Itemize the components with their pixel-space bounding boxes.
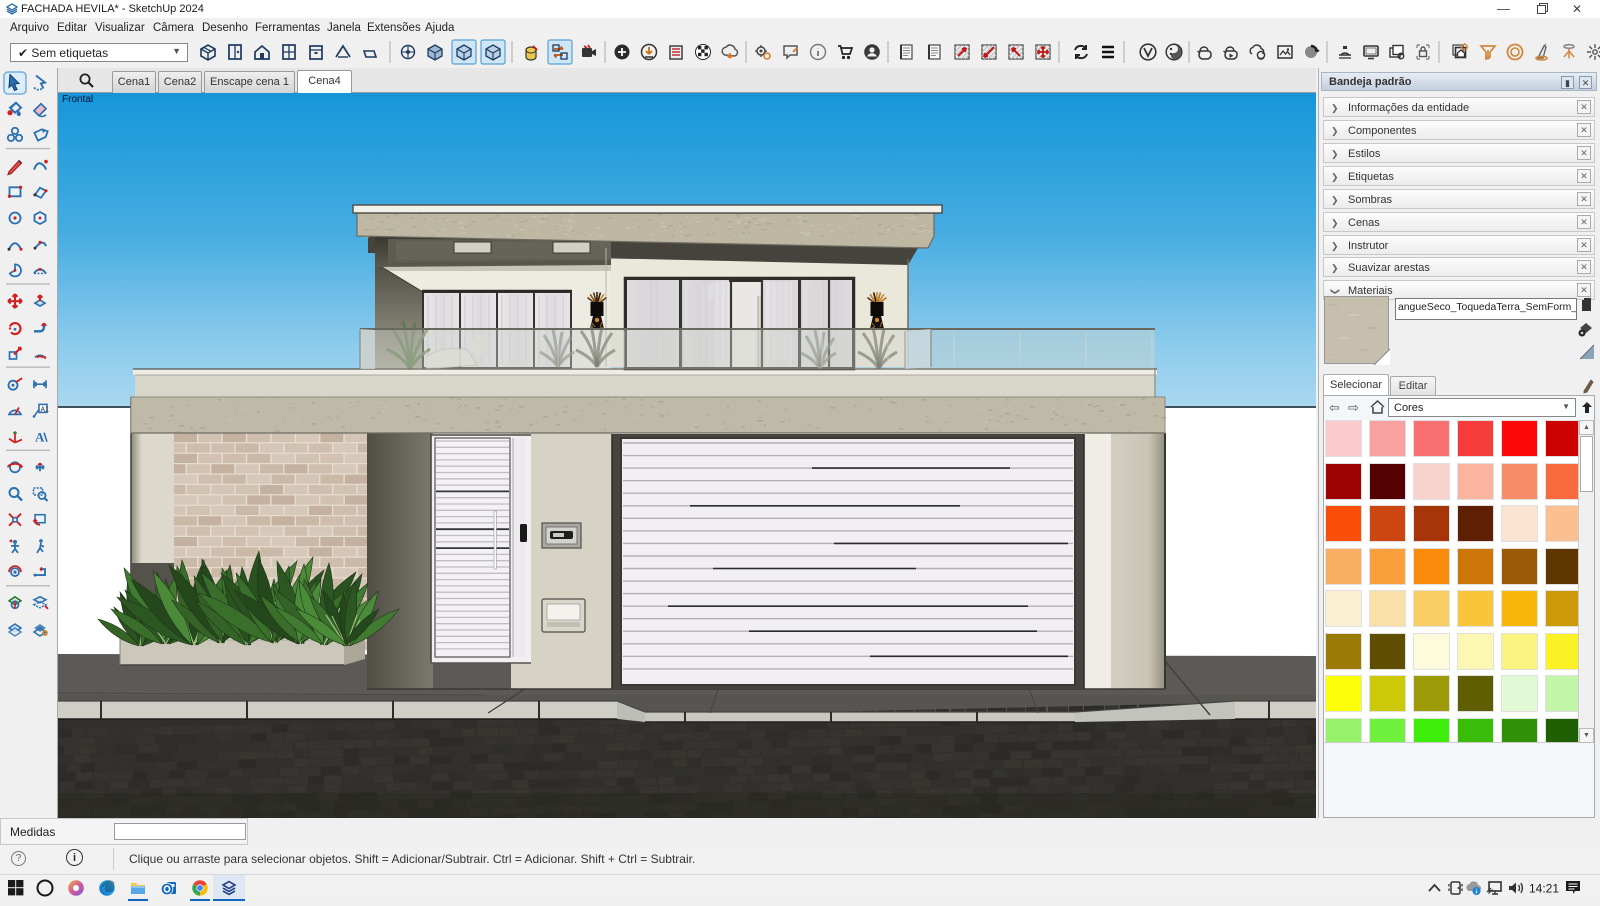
svg-text:A1: A1: [41, 406, 50, 413]
svg-text:14:21: 14:21: [1529, 882, 1559, 896]
svg-text:A: A: [35, 430, 45, 445]
